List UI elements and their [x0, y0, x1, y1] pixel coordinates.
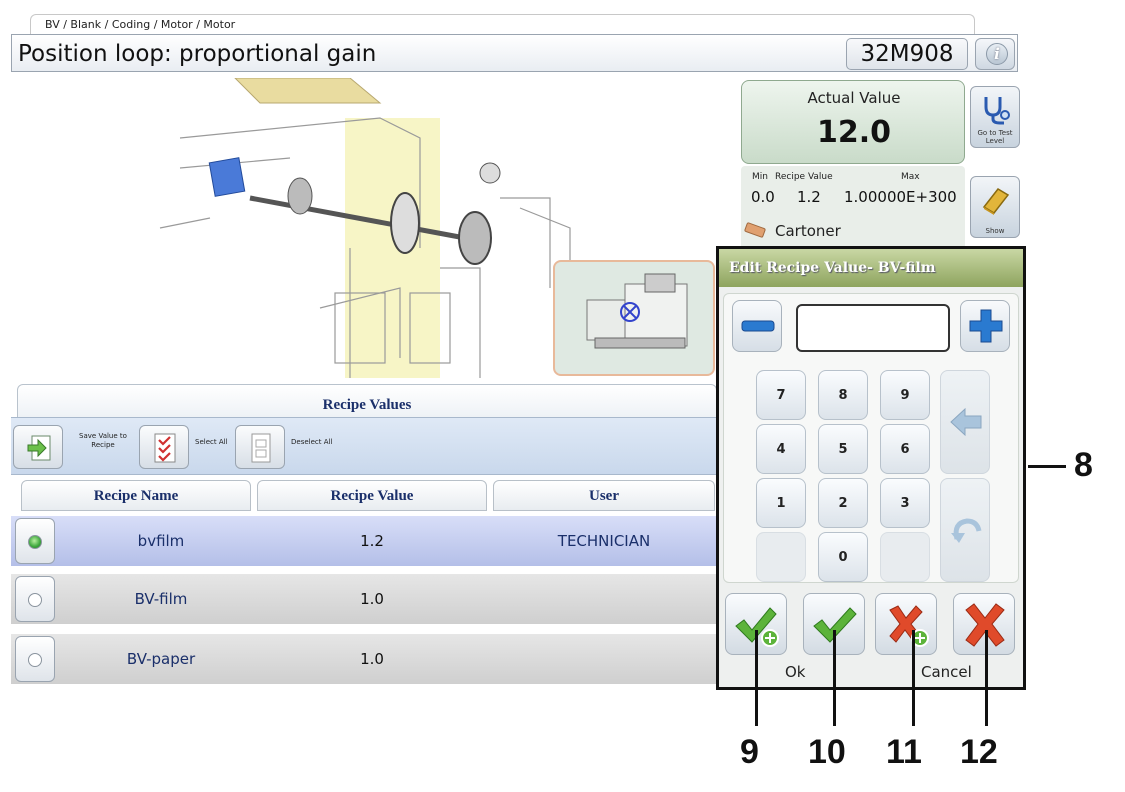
column-header-recipe-value[interactable]: Recipe Value: [257, 480, 487, 511]
key-6[interactable]: 6: [880, 424, 930, 474]
row-select-radio[interactable]: [15, 518, 55, 564]
select-all-button[interactable]: [139, 425, 189, 469]
column-header-user[interactable]: User: [493, 480, 715, 511]
callout-9: 9: [740, 733, 759, 771]
column-header-recipe-name[interactable]: Recipe Name: [21, 480, 251, 511]
undo-icon: [951, 518, 982, 543]
recipe-value-input[interactable]: [796, 304, 950, 352]
book-icon: [982, 188, 1010, 215]
limits-panel: Min Recipe Value Max 0.0 1.2 1.00000E+30…: [741, 166, 965, 250]
increment-button[interactable]: [960, 300, 1010, 352]
key-blank-left: [756, 532, 806, 582]
cancel-label: Cancel: [921, 663, 972, 681]
deselect-all-icon: [251, 433, 271, 463]
select-all-icon: [154, 433, 176, 463]
callout-8-leader: [1028, 465, 1066, 468]
actual-value-panel: Actual Value 12.0: [741, 80, 965, 164]
go-to-test-level-label: Go to Test Level: [977, 129, 1013, 145]
save-value-to-recipe-label: Save Value to Recipe: [79, 432, 127, 449]
row-select-radio[interactable]: [15, 636, 55, 682]
recipe-value: 1.0: [360, 590, 384, 608]
radio-unselected-icon: [28, 593, 42, 607]
backspace-arrow-icon: [950, 407, 982, 437]
key-3[interactable]: 3: [880, 478, 930, 528]
key-9[interactable]: 9: [880, 370, 930, 420]
cancel-button[interactable]: [953, 593, 1015, 655]
table-row[interactable]: BV-film 1.0: [11, 574, 717, 624]
save-value-to-recipe-button[interactable]: [13, 425, 63, 469]
callout-10: 10: [808, 733, 846, 771]
go-to-test-level-button[interactable]: Go to Test Level: [970, 86, 1020, 148]
key-4[interactable]: 4: [756, 424, 806, 474]
x-plus-icon: [889, 605, 929, 647]
key-1[interactable]: 1: [756, 478, 806, 528]
page-title: Position loop: proportional gain: [18, 41, 377, 67]
recipe-value-label: Recipe Value: [775, 172, 833, 182]
recipe-value: 1.2: [797, 188, 821, 206]
max-value: 1.00000E+300: [844, 188, 957, 206]
key-0[interactable]: 0: [818, 532, 868, 582]
plus-icon: [969, 309, 1003, 343]
recipe-user: [493, 634, 715, 684]
deselect-all-button[interactable]: [235, 425, 285, 469]
key-5[interactable]: 5: [818, 424, 868, 474]
max-label: Max: [901, 172, 920, 182]
backspace-button[interactable]: [940, 370, 990, 474]
table-row[interactable]: BV-paper 1.0: [11, 634, 717, 684]
deselect-all-label: Deselect All: [291, 438, 333, 446]
actual-value-label: Actual Value: [807, 89, 901, 107]
info-icon: i: [986, 43, 1008, 65]
callout-11-leader: [912, 630, 915, 726]
recipe-user: [493, 574, 715, 624]
recipe-value: 1.0: [360, 650, 384, 668]
callout-8: 8: [1074, 446, 1093, 484]
callout-11: 11: [886, 733, 922, 771]
recipe-name: BV-film: [134, 590, 188, 608]
key-7[interactable]: 7: [756, 370, 806, 420]
callout-9-leader: [755, 630, 758, 726]
actual-value: 12.0: [816, 115, 892, 150]
key-8[interactable]: 8: [818, 370, 868, 420]
select-all-label: Select All: [195, 438, 228, 446]
edit-recipe-value-dialog: Edit Recipe Value- BV-film 7 8 9 4 5 6 1…: [716, 246, 1026, 690]
callout-12: 12: [960, 733, 998, 771]
undo-button[interactable]: [940, 478, 990, 582]
show-label: Show: [985, 227, 1005, 235]
recipe-name: BV-paper: [126, 650, 196, 668]
ok-label: Ok: [785, 663, 806, 681]
min-label: Min: [752, 172, 768, 182]
recipe-value: 1.2: [360, 532, 384, 550]
minus-icon: [741, 320, 775, 332]
machine-overview-image: [586, 273, 688, 349]
breadcrumb: BV / Blank / Coding / Motor / Motor: [30, 14, 975, 34]
dialog-title: Edit Recipe Value- BV-film: [719, 249, 1023, 287]
recipe-toolbar: Save Value to Recipe Select All Deselect…: [11, 417, 717, 475]
radio-unselected-icon: [28, 653, 42, 667]
machine-name-row: Cartoner: [743, 221, 841, 240]
keypad-panel: 7 8 9 4 5 6 1 2 3 0: [723, 293, 1019, 583]
key-blank-right: [880, 532, 930, 582]
save-to-recipe-icon: [27, 435, 51, 461]
machine-drawing: [159, 78, 571, 378]
show-button[interactable]: Show: [970, 176, 1020, 238]
row-select-radio[interactable]: [15, 576, 55, 622]
cancel-with-revert-button[interactable]: [875, 593, 937, 655]
callout-12-leader: [985, 630, 988, 726]
table-row[interactable]: bvfilm 1.2 TECHNICIAN: [11, 516, 717, 566]
callout-10-leader: [833, 630, 836, 726]
machine-thumbnail[interactable]: [553, 260, 715, 376]
radio-selected-icon: [28, 535, 42, 549]
info-button[interactable]: i: [975, 38, 1015, 70]
decrement-button[interactable]: [732, 300, 782, 352]
stethoscope-icon: [984, 97, 1010, 125]
machine-name: Cartoner: [775, 222, 841, 240]
parameter-code: 32M908: [846, 38, 968, 70]
recipe-values-panel: Recipe Values Save Value to Recipe Selec…: [11, 384, 717, 687]
title-bar: Position loop: proportional gain 32M908 …: [11, 34, 1018, 72]
key-2[interactable]: 2: [818, 478, 868, 528]
min-value: 0.0: [751, 188, 775, 206]
recipe-values-title: Recipe Values: [17, 384, 717, 418]
recipe-name: bvfilm: [137, 532, 185, 550]
recipe-user: TECHNICIAN: [557, 532, 651, 550]
